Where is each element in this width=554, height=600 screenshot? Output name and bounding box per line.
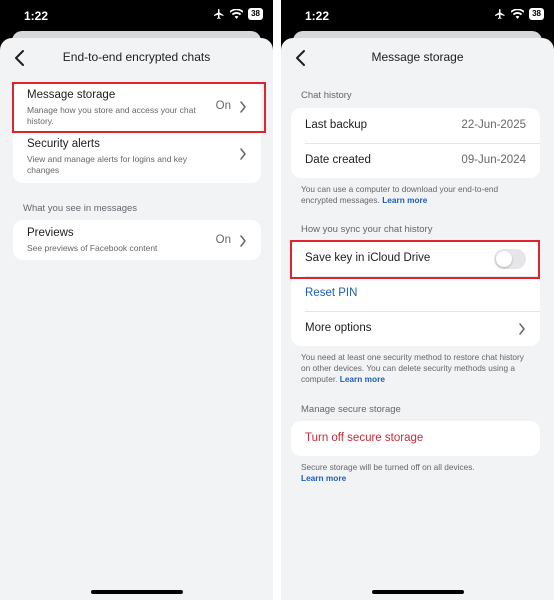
sync-note: You need at least one security method to…	[301, 352, 532, 385]
security-alerts-subtitle: View and manage alerts for logins and ke…	[27, 154, 188, 175]
page-title: End-to-end encrypted chats	[62, 50, 211, 64]
highlight-message-storage	[12, 82, 266, 133]
previews-title: Previews	[27, 227, 74, 239]
section-header-manage: Manage secure storage	[301, 404, 401, 415]
airplane-icon	[495, 9, 505, 19]
status-time: 1:22	[24, 9, 49, 23]
turn-off-row[interactable]: Turn off secure storage	[291, 421, 540, 456]
more-options-label: More options	[305, 322, 372, 334]
wifi-icon	[230, 9, 244, 19]
learn-more-link[interactable]: Learn more	[301, 473, 346, 483]
battery-icon: 38	[529, 8, 544, 20]
right-phone-screen: 1:22 38 Message storage Chat history Las…	[281, 0, 554, 600]
section-header-messages: What you see in messages	[23, 203, 138, 214]
nav-bar: End-to-end encrypted chats	[0, 48, 273, 68]
wifi-icon	[511, 9, 525, 19]
date-created-row: Date created 09-Jun-2024	[291, 143, 540, 178]
settings-sheet: End-to-end encrypted chats Message stora…	[0, 38, 273, 600]
more-options-row[interactable]: More options	[291, 311, 540, 346]
storage-note-text: Secure storage will be turned off on all…	[301, 462, 475, 472]
storage-sheet: Message storage Chat history Last backup…	[281, 38, 554, 600]
turn-off-secure-storage-button[interactable]: Turn off secure storage	[305, 432, 423, 444]
section-header-chat-history: Chat history	[301, 90, 352, 101]
storage-note: Secure storage will be turned off on all…	[301, 462, 532, 484]
manage-card: Turn off secure storage	[291, 421, 540, 456]
date-created-label: Date created	[305, 154, 371, 166]
airplane-icon	[214, 9, 224, 19]
left-phone-screen: 1:22 38 End-to-end encrypted chats Messa…	[0, 0, 273, 600]
last-backup-row: Last backup 22-Jun-2025	[291, 108, 540, 143]
previews-card: Previews See previews of Facebook conten…	[13, 220, 261, 260]
previews-row[interactable]: Previews See previews of Facebook conten…	[13, 220, 261, 260]
chat-history-note: You can use a computer to download your …	[301, 184, 532, 206]
chat-history-card: Last backup 22-Jun-2025 Date created 09-…	[291, 108, 540, 178]
chevron-right-icon	[519, 323, 525, 335]
page-title: Message storage	[371, 50, 464, 64]
reset-pin-button[interactable]: Reset PIN	[305, 287, 357, 299]
nav-bar: Message storage	[281, 48, 554, 68]
date-created-value: 09-Jun-2024	[461, 154, 526, 166]
previews-subtitle: See previews of Facebook content	[27, 243, 158, 253]
security-alerts-row[interactable]: Security alerts View and manage alerts f…	[13, 133, 261, 183]
highlight-save-key	[290, 240, 540, 279]
reset-pin-row[interactable]: Reset PIN	[291, 276, 540, 311]
chevron-right-icon	[240, 235, 246, 247]
home-indicator	[371, 590, 464, 594]
security-alerts-title: Security alerts	[27, 138, 100, 150]
status-bar: 1:22 38	[0, 0, 273, 32]
sync-note-text: You need at least one security method to…	[301, 352, 524, 384]
status-icons: 38	[494, 8, 544, 20]
learn-more-link[interactable]: Learn more	[340, 374, 385, 384]
section-header-sync: How you sync your chat history	[301, 224, 433, 235]
learn-more-link[interactable]: Learn more	[382, 195, 427, 205]
status-icons: 38	[213, 8, 263, 20]
last-backup-label: Last backup	[305, 119, 368, 131]
previews-value: On	[215, 234, 231, 246]
status-time: 1:22	[305, 9, 330, 23]
status-bar: 1:22 38	[281, 0, 554, 32]
chevron-right-icon	[240, 148, 246, 160]
last-backup-value: 22-Jun-2025	[461, 119, 526, 131]
home-indicator	[90, 590, 183, 594]
battery-icon: 38	[248, 8, 263, 20]
